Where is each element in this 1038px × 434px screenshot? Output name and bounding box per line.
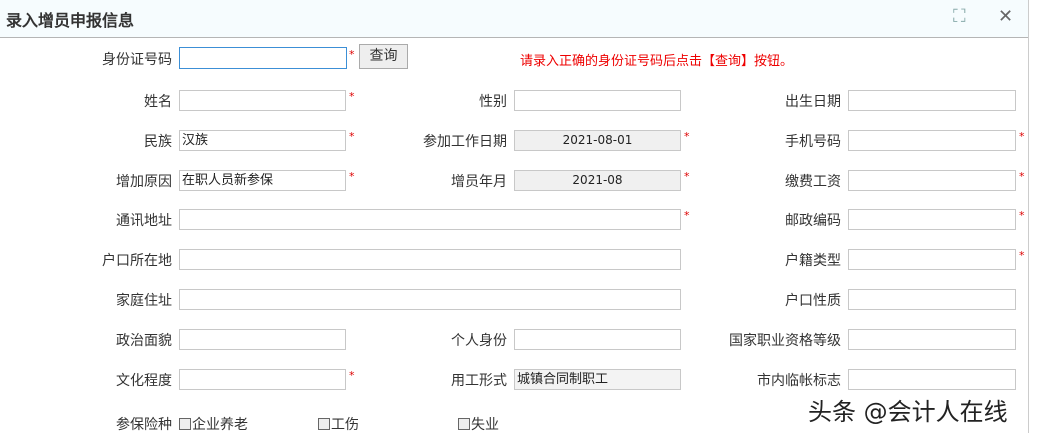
employment-input[interactable]: 城镇合同制职工	[514, 369, 681, 390]
dialog-titlebar: 录入增员申报信息 ⛶ ✕	[0, 0, 1029, 38]
mobile-input[interactable]	[848, 130, 1016, 151]
required-star: *	[349, 48, 355, 61]
close-icon[interactable]: ✕	[998, 6, 1013, 27]
id-label: 身份证号码	[102, 52, 172, 68]
name-input[interactable]	[179, 90, 346, 111]
dialog-border	[1028, 37, 1029, 433]
political-input[interactable]	[179, 329, 346, 350]
checkbox-label: 失业	[471, 417, 499, 433]
qualification-label: 国家职业资格等级	[729, 333, 841, 349]
birth-label: 出生日期	[785, 94, 841, 110]
work_start-input[interactable]: 2021-08-01	[514, 130, 681, 151]
work_start-label: 参加工作日期	[423, 134, 507, 150]
name-label: 姓名	[144, 94, 172, 110]
reason-input[interactable]: 在职人员新参保	[179, 170, 346, 191]
hukou_nature-input[interactable]	[848, 289, 1016, 310]
checkbox-label: 工伤	[331, 417, 359, 433]
ethnicity-input[interactable]: 汉族	[179, 130, 346, 151]
home-label: 家庭住址	[116, 293, 172, 309]
wage-input[interactable]	[848, 170, 1016, 191]
ethnicity-label: 民族	[144, 134, 172, 150]
checkbox-pension[interactable]: 企业养老	[179, 414, 248, 434]
insurance-label: 参保险种	[116, 417, 172, 433]
required-star: *	[1019, 249, 1025, 262]
checkbox-injury[interactable]: 工伤	[318, 414, 359, 434]
postcode-input[interactable]	[848, 209, 1016, 230]
address-input[interactable]	[179, 209, 681, 230]
temp_flag-input[interactable]	[848, 369, 1016, 390]
hukou_nature-label: 户口性质	[785, 293, 841, 309]
reason-label: 增加原因	[116, 174, 172, 190]
hukou_place-input[interactable]	[179, 249, 681, 270]
address-label: 通讯地址	[116, 213, 172, 229]
education-label: 文化程度	[116, 373, 172, 389]
required-star: *	[1019, 209, 1025, 222]
postcode-label: 邮政编码	[785, 213, 841, 229]
hint-text: 请录入正确的身份证号码后点击【查询】按钮。	[520, 54, 794, 69]
mobile-label: 手机号码	[785, 134, 841, 150]
query-button[interactable]: 查询	[359, 44, 408, 69]
gender-input[interactable]	[514, 90, 681, 111]
add_month-label: 增员年月	[451, 174, 507, 190]
checkbox-label: 企业养老	[192, 417, 248, 433]
home-input[interactable]	[179, 289, 681, 310]
temp_flag-label: 市内临帐标志	[757, 373, 841, 389]
required-star: *	[1019, 170, 1025, 183]
select-zoom-icon[interactable]: ⛶	[953, 6, 966, 27]
watermark: 头条 @会计人在线	[808, 398, 1008, 426]
required-star: *	[1019, 130, 1025, 143]
hukou_place-label: 户口所在地	[102, 253, 172, 269]
checkbox-unemployment[interactable]: 失业	[458, 414, 499, 434]
wage-label: 缴费工资	[785, 174, 841, 190]
birth-input[interactable]	[848, 90, 1016, 111]
identity-label: 个人身份	[451, 333, 507, 349]
education-input[interactable]	[179, 369, 346, 390]
qualification-input[interactable]	[848, 329, 1016, 350]
dialog-title: 录入增员申报信息	[6, 11, 135, 30]
hukou_type-label: 户籍类型	[785, 253, 841, 269]
id-number-input[interactable]	[179, 47, 347, 69]
employment-label: 用工形式	[451, 373, 507, 389]
gender-label: 性别	[479, 94, 507, 110]
identity-input[interactable]	[514, 329, 681, 350]
add_month-input[interactable]: 2021-08	[514, 170, 681, 191]
political-label: 政治面貌	[116, 333, 172, 349]
hukou_type-input[interactable]	[848, 249, 1016, 270]
